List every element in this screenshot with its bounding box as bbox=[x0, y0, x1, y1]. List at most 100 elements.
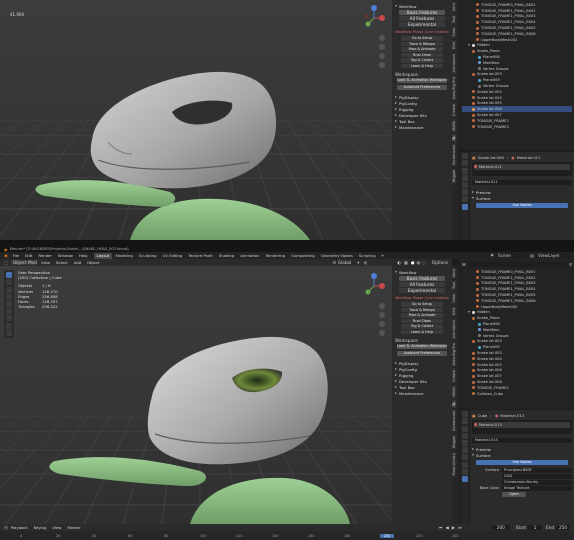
global-orientation[interactable]: Global bbox=[338, 260, 351, 265]
workflow-step-0[interactable]: Go to Setup bbox=[401, 36, 443, 41]
workflow-step-2[interactable]: Pose & Animate bbox=[401, 313, 443, 318]
shading-solid-icon[interactable]: ● bbox=[411, 260, 415, 265]
jump-start-icon[interactable]: ⏮ bbox=[439, 525, 443, 530]
workflow-step-1[interactable]: Trace & Retopo bbox=[401, 307, 443, 312]
vtab-maya[interactable]: MAYA bbox=[452, 384, 456, 399]
experimental-button[interactable]: Experimental bbox=[399, 288, 445, 293]
header-view-menu[interactable]: View bbox=[41, 260, 50, 265]
outliner-row[interactable]: Collision_Cube bbox=[462, 391, 572, 397]
tab-animation[interactable]: Animation bbox=[237, 253, 262, 259]
tab-shading[interactable]: Shading bbox=[216, 253, 237, 259]
vtab-maya[interactable]: MAYA bbox=[452, 118, 456, 133]
vtab-item[interactable]: Item bbox=[452, 266, 456, 280]
overlay-icon[interactable]: ◐ bbox=[397, 260, 401, 265]
vtab-item[interactable]: Item bbox=[452, 0, 456, 14]
vtab-create[interactable]: Create bbox=[452, 101, 456, 119]
use-nodes-button[interactable]: Use Nodes bbox=[476, 460, 568, 465]
vtab-edit[interactable]: Edit bbox=[452, 304, 456, 317]
assistant-prefs-button[interactable]: Assistant Preferences bbox=[397, 85, 447, 90]
play-icon[interactable]: ▶ bbox=[452, 525, 455, 530]
material-field[interactable]: Material.013 bbox=[472, 437, 572, 443]
timeline-view-menu[interactable]: View bbox=[52, 525, 61, 530]
xray-icon[interactable]: ▦ bbox=[404, 260, 408, 265]
outliner-search[interactable] bbox=[468, 261, 566, 267]
vtab-view[interactable]: View bbox=[452, 291, 456, 305]
vtab-animation[interactable]: Animation bbox=[452, 50, 456, 74]
workflow-panel-header[interactable]: Workflow bbox=[395, 3, 449, 9]
timeline-ruler[interactable]: 0 20 40 60 80 100 120 140 160 180 200 22… bbox=[0, 531, 574, 540]
collapsed-section-5[interactable]: Maintenance bbox=[395, 124, 449, 130]
tab-rendering[interactable]: Rendering bbox=[263, 253, 288, 259]
tab-scripting[interactable]: Scripting bbox=[356, 253, 379, 259]
start-frame-field[interactable]: 1 bbox=[528, 525, 543, 530]
use-nodes-button[interactable]: Use Nodes bbox=[476, 203, 568, 208]
load-workspace-button[interactable]: Load 3L Animation Workspace bbox=[397, 78, 447, 83]
menu-render[interactable]: Render bbox=[38, 253, 52, 258]
snap-icon[interactable]: ⌖ bbox=[357, 260, 359, 265]
menu-edit[interactable]: Edit bbox=[25, 253, 32, 258]
surface-section[interactable]: Surface bbox=[472, 452, 572, 458]
workflow-panel-header[interactable]: Workflow bbox=[395, 269, 449, 275]
vtab-edit[interactable]: Edit bbox=[452, 38, 456, 51]
tab-sculpting[interactable]: Sculpting bbox=[136, 253, 160, 259]
material-slot-list[interactable]: Material.013 bbox=[472, 420, 572, 434]
subsurface-method-field[interactable]: Christensen-Burley bbox=[502, 479, 572, 485]
add-workspace-icon[interactable]: + bbox=[381, 253, 385, 258]
vtab-tool[interactable]: Tool bbox=[452, 13, 456, 26]
tab-uv-editing[interactable]: UV Editing bbox=[159, 253, 185, 259]
tab-compositing[interactable]: Compositing bbox=[288, 253, 318, 259]
vtab-autorig[interactable]: Auto-Rig Pro bbox=[452, 340, 456, 368]
vtab-3l[interactable]: 3L bbox=[452, 132, 456, 143]
vtab-view[interactable]: View bbox=[452, 25, 456, 39]
timeline-marker-menu[interactable]: Marker bbox=[67, 525, 80, 530]
proportional-edit-icon[interactable]: ◎ bbox=[364, 260, 368, 265]
timeline-keying-menu[interactable]: Keying bbox=[34, 525, 47, 530]
timeline-playback-menu[interactable]: Playback bbox=[11, 525, 28, 530]
tab-geometry-nodes[interactable]: Geometry Nodes bbox=[318, 253, 356, 259]
outliner-editor-icon[interactable]: ☰ bbox=[462, 262, 466, 267]
experimental-button[interactable]: Experimental bbox=[399, 22, 445, 27]
timeline-editor-icon[interactable]: ◷ bbox=[4, 525, 8, 530]
open-image-button[interactable]: Open bbox=[502, 491, 526, 497]
surface-shader-field[interactable]: Principled BSDF bbox=[502, 467, 572, 473]
vtab-autorig[interactable]: Auto-Rig Pro bbox=[452, 74, 456, 102]
load-workspace-button[interactable]: Load 3L Animation Workspace bbox=[397, 344, 447, 349]
shading-render-icon[interactable]: ◌ bbox=[422, 260, 426, 265]
distribution-field[interactable]: GGX bbox=[502, 473, 572, 479]
vtab-tool[interactable]: Tool bbox=[452, 279, 456, 292]
scene-selector[interactable]: Scene bbox=[496, 253, 527, 258]
menu-file[interactable]: File bbox=[13, 253, 19, 258]
play-reverse-icon[interactable]: ◀ bbox=[446, 525, 449, 530]
vtab-screencast[interactable]: Screencast bbox=[452, 408, 456, 434]
vtab-screencast[interactable]: Screencast bbox=[452, 142, 456, 168]
editor-type-icon[interactable]: ⬚ bbox=[4, 260, 8, 265]
bottom-viewport[interactable]: User Perspective (200) Collection | Cube… bbox=[0, 266, 392, 524]
vtab-3l[interactable]: 3L bbox=[452, 398, 456, 409]
workflow-step-5[interactable]: Learn & Help bbox=[401, 329, 443, 334]
view-layer-selector[interactable]: ViewLayer bbox=[536, 253, 570, 258]
all-features-button[interactable]: All Features bbox=[399, 16, 445, 21]
workflow-step-2[interactable]: Pose & Animate bbox=[401, 47, 443, 52]
workflow-step-3[interactable]: Final Clean bbox=[401, 318, 443, 323]
blender-menu-icon[interactable]: ◉ bbox=[4, 253, 8, 258]
workflow-step-3[interactable]: Final Clean bbox=[401, 52, 443, 57]
top-viewport[interactable]: 41.900 bbox=[0, 0, 392, 240]
vtab-animation[interactable]: Animation bbox=[452, 316, 456, 340]
header-object-menu[interactable]: Object bbox=[87, 260, 99, 265]
filter-icon[interactable]: ⚲ bbox=[569, 262, 572, 267]
vtab-wiggle[interactable]: Wiggle bbox=[452, 433, 456, 451]
base-color-field[interactable]: Image Texture bbox=[502, 485, 572, 491]
vtab-pose-library[interactable]: Pose Library bbox=[452, 450, 456, 478]
playhead[interactable]: 200 bbox=[380, 533, 394, 538]
assistant-prefs-button[interactable]: Assistant Preferences bbox=[397, 351, 447, 356]
menu-window[interactable]: Window bbox=[58, 253, 73, 258]
jump-end-icon[interactable]: ⏭ bbox=[458, 525, 462, 530]
outliner-row[interactable]: TONGUE_FRAME3 bbox=[462, 124, 572, 130]
basic-features-button[interactable]: Basic Features bbox=[399, 276, 445, 281]
workflow-step-0[interactable]: Go to Setup bbox=[401, 302, 443, 307]
end-frame-field[interactable]: 250 bbox=[556, 525, 570, 530]
tab-layout[interactable]: Layout bbox=[93, 252, 113, 259]
current-frame-field[interactable]: 200 bbox=[491, 525, 510, 530]
workflow-step-4[interactable]: Tag & Collect bbox=[401, 58, 443, 63]
material-field[interactable]: Material.011 bbox=[472, 179, 572, 185]
